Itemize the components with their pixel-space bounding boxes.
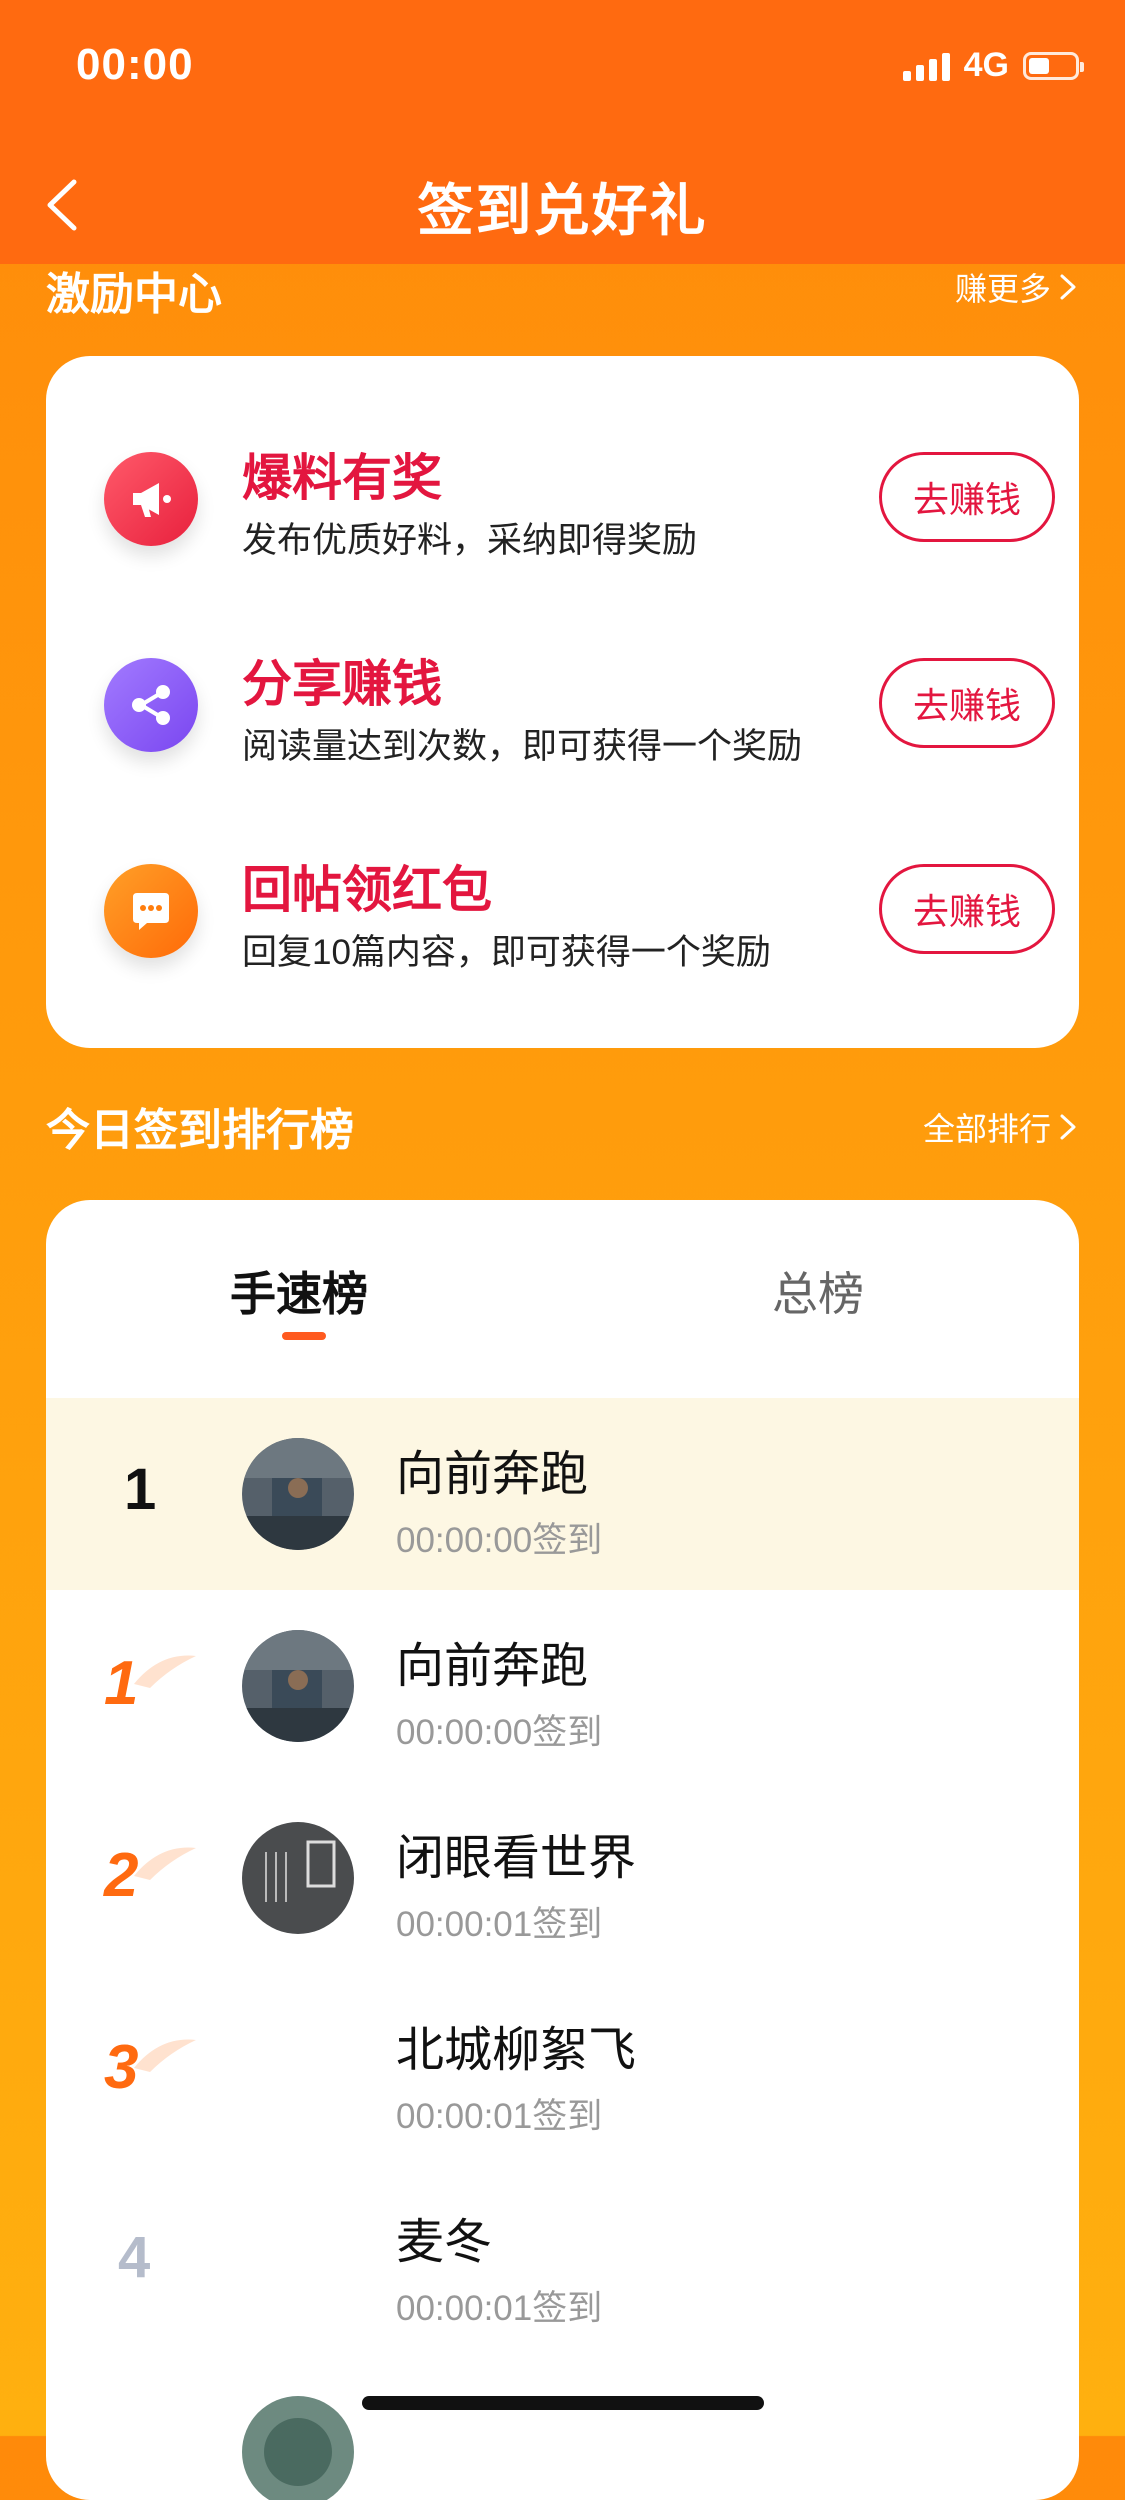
avatar	[242, 1438, 354, 1550]
home-indicator	[362, 2396, 764, 2410]
status-bar: 00:00 4G	[0, 0, 1125, 140]
checkin-time: 00:00:00签到	[396, 1713, 603, 1752]
section-title: 今日签到排行榜	[46, 1106, 354, 1155]
table-row[interactable]: 3 北城柳絮飞 00:00:01签到	[46, 1974, 1079, 2166]
all-ranking-link[interactable]: 全部排行	[923, 1104, 1079, 1150]
earn-more-link[interactable]: 赚更多	[955, 264, 1079, 310]
task-title: 爆料有奖	[242, 450, 442, 506]
task-title: 分享赚钱	[242, 656, 442, 712]
section-title: 激励中心	[46, 270, 222, 319]
avatar	[242, 1630, 354, 1742]
rank-number: 1	[124, 1457, 157, 1522]
tab-total[interactable]: 总榜	[772, 1258, 864, 1324]
checkin-time: 00:00:01签到	[396, 1905, 603, 1944]
table-row[interactable]: 4 麦冬 00:00:01签到	[46, 2166, 1079, 2358]
task-item-reply: 回帖领红包 回复10篇内容，即可获得一个奖励 去赚钱	[46, 824, 1079, 1004]
user-name: 向前奔跑	[396, 1448, 589, 1501]
checkin-time: 00:00:01签到	[396, 2097, 603, 2136]
link-label: 全部排行	[922, 1111, 1051, 1147]
earn-button[interactable]: 去赚钱	[879, 658, 1055, 748]
task-item-scoop: 爆料有奖 发布优质好料，采纳即得奖励 去赚钱	[46, 412, 1079, 592]
nav-bar: 签到兑好礼	[0, 140, 1125, 264]
rank-number: 4	[118, 2225, 151, 2290]
share-icon	[104, 658, 198, 752]
link-label: 赚更多	[954, 271, 1051, 307]
battery-icon	[1023, 51, 1084, 80]
table-row[interactable]: 1 向前奔跑 00:00:00签到	[46, 1590, 1079, 1782]
user-name: 北城柳絮飞	[396, 2024, 637, 2077]
task-item-share: 分享赚钱 阅读量达到次数，即可获得一个奖励 去赚钱	[46, 618, 1079, 798]
status-time: 00:00	[76, 40, 194, 89]
user-name: 麦冬	[396, 2216, 493, 2269]
user-name: 向前奔跑	[396, 1640, 589, 1693]
task-desc: 阅读量达到次数，即可获得一个奖励	[242, 727, 803, 766]
table-row[interactable]: 1 向前奔跑 00:00:00签到	[46, 1398, 1079, 1590]
avatar	[242, 2396, 354, 2500]
checkin-time: 00:00:01签到	[396, 2289, 603, 2328]
chat-bubble-icon	[104, 864, 198, 958]
tab-speed[interactable]: 手速榜	[230, 1258, 368, 1324]
chevron-right-icon	[1060, 1114, 1076, 1140]
avatar	[242, 1822, 354, 1934]
incentive-card: 爆料有奖 发布优质好料，采纳即得奖励 去赚钱 分享赚钱 阅读量达到次数，即可获得…	[46, 356, 1079, 1048]
user-name: 闭眼看世界	[396, 1832, 637, 1885]
megaphone-icon	[104, 452, 198, 546]
ranking-tabs: 手速榜 总榜	[46, 1200, 1079, 1400]
rank-number: 1	[104, 1649, 139, 1718]
task-desc: 回复10篇内容，即可获得一个奖励	[242, 933, 771, 972]
status-indicators: 4G	[902, 46, 1084, 85]
checkin-time: 00:00:00签到	[396, 1521, 603, 1560]
rank-number: 2	[104, 1841, 139, 1910]
rank-number: 3	[104, 2033, 139, 2102]
chevron-right-icon	[1060, 274, 1076, 300]
earn-button[interactable]: 去赚钱	[879, 452, 1055, 542]
incentive-section-header: 激励中心 赚更多	[46, 258, 1079, 322]
page-title: 签到兑好礼	[417, 179, 708, 242]
task-desc: 发布优质好料，采纳即得奖励	[242, 521, 698, 560]
earn-button[interactable]: 去赚钱	[879, 864, 1055, 954]
ranking-card: 手速榜 总榜 1 向前奔跑 00:00:00签到 1 向前奔跑 00:00:00…	[46, 1200, 1079, 2500]
tab-indicator	[282, 1332, 326, 1340]
ranking-section-header: 今日签到排行榜 全部排行	[46, 1094, 1079, 1158]
network-type: 4G	[963, 46, 1009, 84]
signal-icon	[902, 51, 950, 81]
table-row[interactable]: 2 闭眼看世界 00:00:01签到	[46, 1782, 1079, 1974]
task-title: 回帖领红包	[242, 862, 492, 918]
